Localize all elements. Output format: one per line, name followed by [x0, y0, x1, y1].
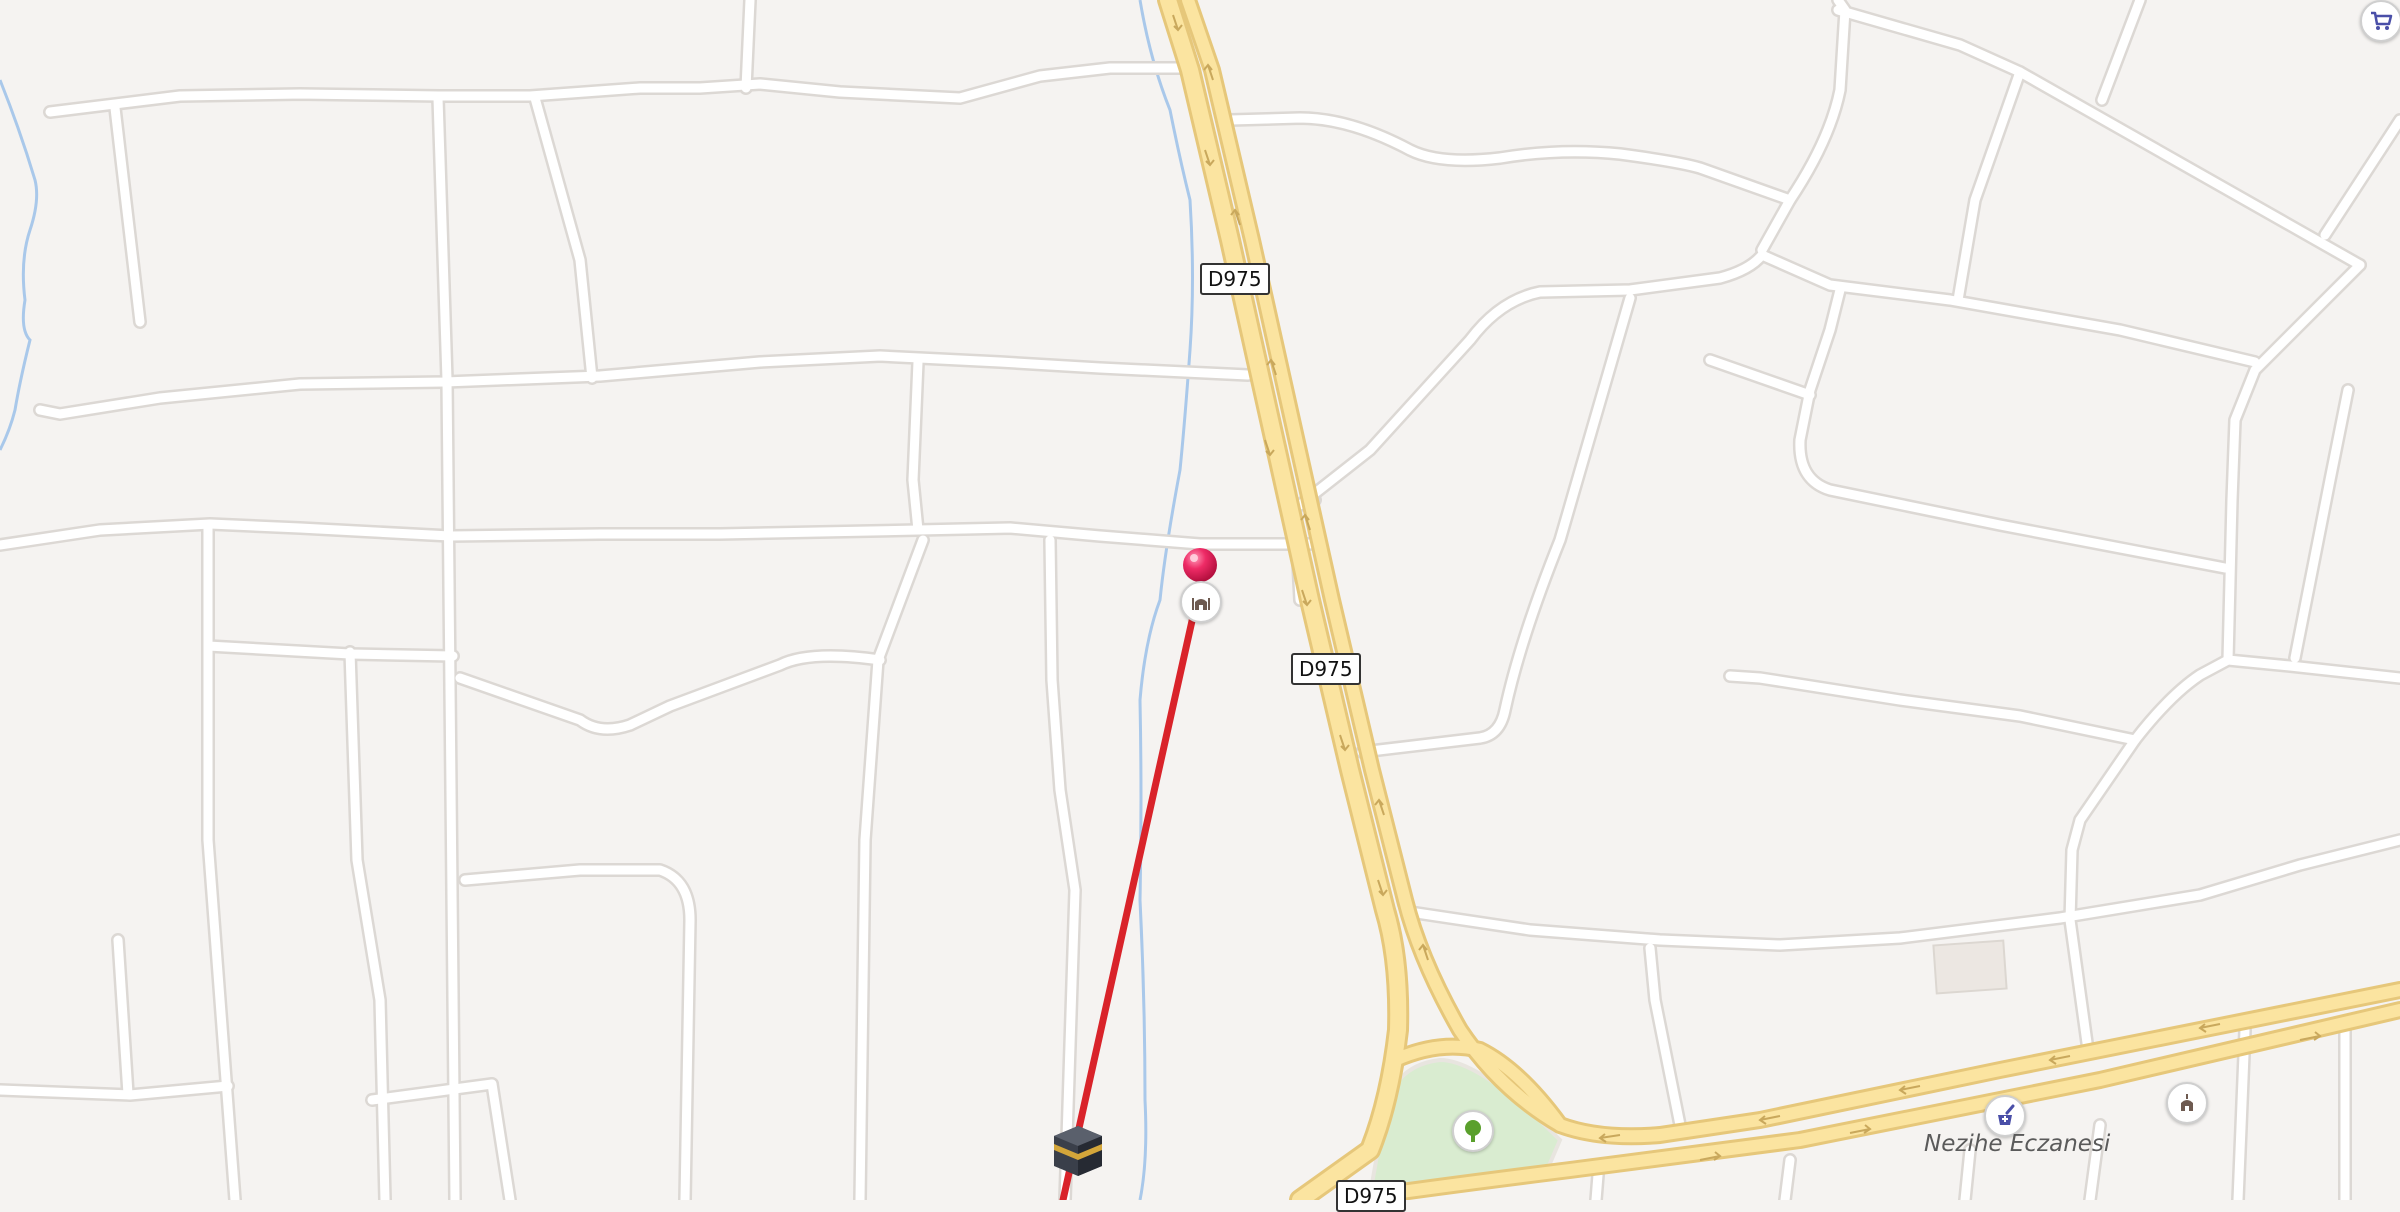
road-shield-d975: D975	[1336, 1180, 1406, 1212]
pharmacy-label[interactable]: Nezihe Eczanesi	[1924, 1131, 2110, 1157]
road-shield-d975: D975	[1200, 263, 1270, 295]
location-pin-icon[interactable]	[1182, 547, 1218, 583]
building-footprint	[1932, 939, 2008, 995]
mosque-icon[interactable]	[1180, 581, 1222, 623]
park-tree-icon[interactable]	[1452, 1110, 1494, 1152]
qibla-direction-line	[1059, 581, 1204, 1200]
shopping-cart-icon[interactable]	[2360, 0, 2400, 42]
mosque-icon[interactable]	[2166, 1082, 2208, 1124]
water-streams	[0, 0, 1194, 1200]
road-shield-d975: D975	[1291, 653, 1361, 685]
kaaba-icon[interactable]	[1050, 1122, 1106, 1178]
